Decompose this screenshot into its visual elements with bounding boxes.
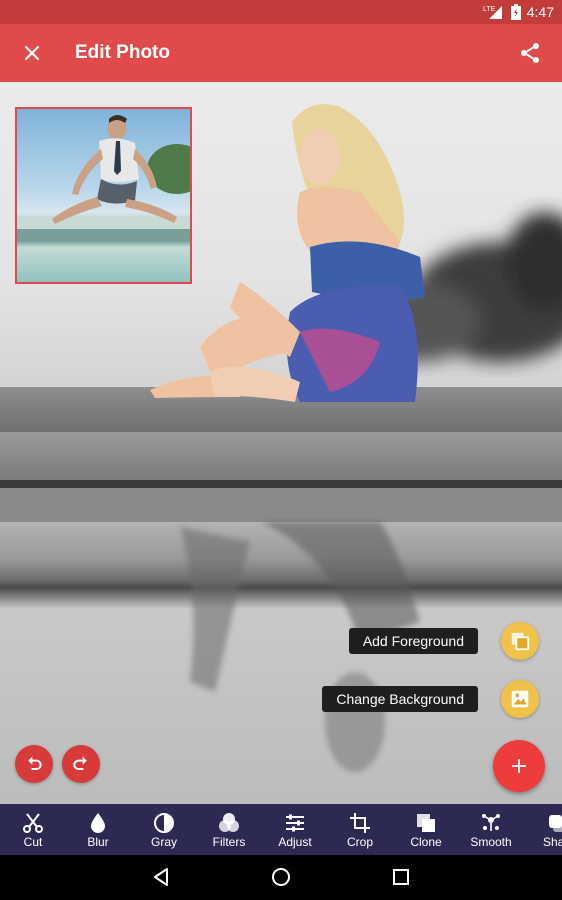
- tool-crop[interactable]: Crop: [327, 804, 393, 855]
- layers-icon: [511, 632, 530, 651]
- tool-label-gray: Gray: [150, 835, 177, 849]
- nav-home-button[interactable]: [269, 865, 293, 889]
- crop-icon: [350, 813, 370, 833]
- tool-label-clone: Clone: [410, 835, 442, 849]
- tool-gray[interactable]: Gray: [131, 804, 197, 855]
- plus-icon: [512, 759, 526, 773]
- tool-blur[interactable]: Blur: [65, 804, 131, 855]
- man-figure: [17, 115, 190, 237]
- tool-label-smooth: Smooth: [470, 835, 512, 849]
- nav-recents-button[interactable]: [389, 865, 413, 889]
- photo-canvas[interactable]: Add Foreground Change Background: [0, 82, 562, 804]
- tool-filters[interactable]: Filters: [196, 804, 262, 855]
- droplet-icon: [91, 813, 105, 833]
- undo-button[interactable]: [15, 745, 53, 783]
- status-bar: LTE 4:47: [0, 0, 562, 24]
- status-time: 4:47: [526, 4, 554, 20]
- close-button[interactable]: [20, 41, 44, 65]
- shadow-icon: [549, 815, 562, 832]
- tool-clone[interactable]: Clone: [393, 804, 459, 855]
- clone-icon: [417, 814, 435, 832]
- redo-button[interactable]: [62, 745, 100, 783]
- app-bar: Edit Photo: [0, 24, 562, 82]
- change-background-label[interactable]: Change Background: [322, 686, 478, 712]
- scissors-icon: [23, 813, 43, 833]
- share-icon: [521, 43, 539, 63]
- system-nav-bar: [0, 855, 562, 900]
- redo-icon: [73, 756, 87, 770]
- tool-label-adjust: Adjust: [278, 835, 312, 849]
- recents-square-icon: [393, 869, 409, 885]
- tool-label-crop: Crop: [346, 835, 373, 849]
- tools-toolbar: Cut Blur Gray Filters Adjust Crop Clone …: [0, 804, 562, 855]
- tool-label-filters: Filters: [212, 835, 246, 849]
- tool-cut[interactable]: Cut: [0, 804, 66, 855]
- undo-icon: [28, 756, 42, 770]
- battery-icon: [510, 4, 521, 20]
- filters-icon: [219, 813, 239, 832]
- foreground-thumbnail[interactable]: [15, 107, 192, 284]
- tool-shadow[interactable]: Shad: [524, 804, 562, 855]
- image-icon: [511, 690, 529, 708]
- tool-smooth[interactable]: Smooth: [458, 804, 524, 855]
- close-icon: [24, 45, 40, 61]
- tool-label-cut: Cut: [23, 835, 43, 849]
- add-foreground-label[interactable]: Add Foreground: [348, 628, 478, 654]
- tool-adjust[interactable]: Adjust: [262, 804, 328, 855]
- home-circle-icon: [272, 868, 290, 886]
- add-fab-button[interactable]: [493, 740, 545, 792]
- lte-signal-icon: LTE: [483, 6, 502, 19]
- contrast-icon: [154, 813, 174, 833]
- nav-back-button[interactable]: [149, 865, 173, 889]
- share-button[interactable]: [518, 41, 542, 65]
- svg-text:LTE: LTE: [483, 6, 496, 13]
- smooth-icon: [482, 814, 500, 831]
- tool-label-shadow: Shad: [542, 835, 562, 849]
- page-title: Edit Photo: [75, 42, 170, 63]
- sliders-icon: [286, 814, 304, 832]
- back-triangle-icon: [154, 868, 168, 886]
- tool-label-blur: Blur: [87, 835, 109, 849]
- change-background-button[interactable]: [501, 680, 539, 718]
- add-foreground-button[interactable]: [501, 622, 539, 660]
